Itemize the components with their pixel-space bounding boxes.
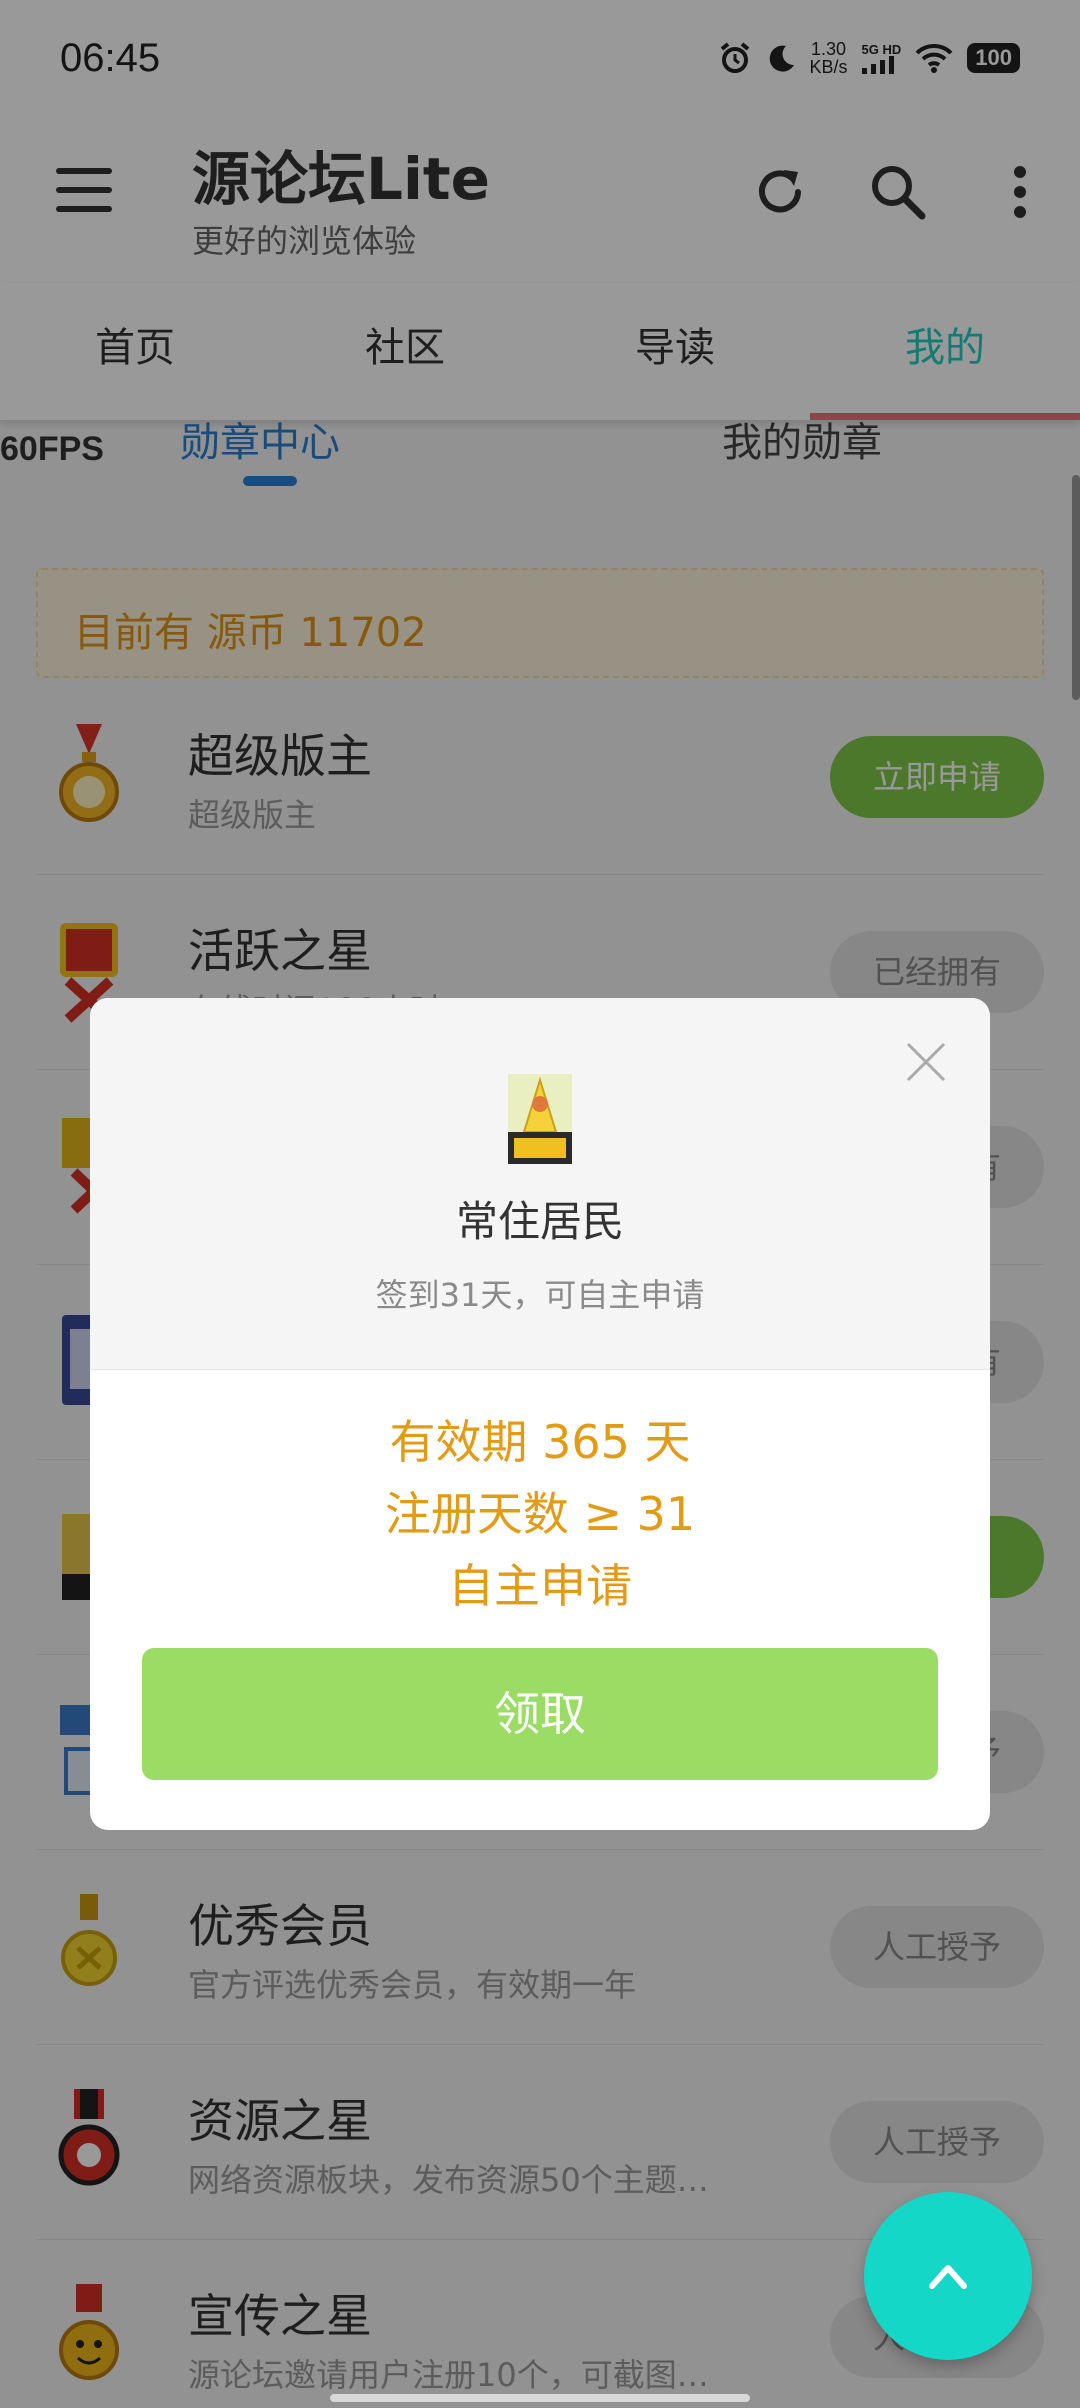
condition-validity: 有效期 365 天 <box>389 1415 691 1469</box>
dialog-header: 常住居民 签到31天，可自主申请 <box>90 998 990 1370</box>
chevron-up-icon <box>929 2265 967 2289</box>
condition-register-days: 注册天数 ≥ 31 <box>384 1487 696 1541</box>
scroll-top-button[interactable] <box>864 2192 1032 2360</box>
claim-button[interactable]: 领取 <box>142 1648 938 1780</box>
resident-medal-icon <box>508 1074 572 1164</box>
dialog-medal-title: 常住居民 <box>455 1197 624 1246</box>
home-indicator[interactable] <box>330 2394 750 2402</box>
condition-self-apply: 自主申请 <box>448 1559 632 1613</box>
close-icon[interactable] <box>904 1040 948 1084</box>
medal-dialog: 常住居民 签到31天，可自主申请 有效期 365 天 注册天数 ≥ 31 自主申… <box>90 998 990 1830</box>
dialog-medal-subtitle: 签到31天，可自主申请 <box>375 1276 705 1314</box>
